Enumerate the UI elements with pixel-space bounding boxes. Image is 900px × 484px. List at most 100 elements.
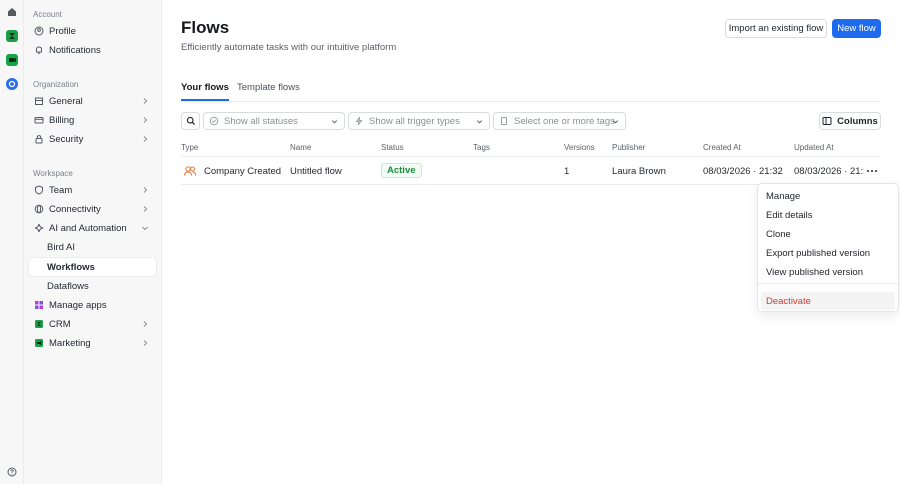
building-icon bbox=[34, 96, 44, 106]
columns-button-label: Columns bbox=[837, 115, 878, 127]
home-icon[interactable] bbox=[6, 6, 18, 18]
user-circle-icon bbox=[34, 26, 44, 36]
menu-item-view-published[interactable]: View published version bbox=[761, 263, 895, 281]
flow-updated-at: 08/03/2026 · 21:32 bbox=[794, 166, 864, 177]
column-header-status[interactable]: Status bbox=[381, 143, 404, 152]
sidebar-item-ai-automation[interactable]: AI and Automation bbox=[29, 219, 156, 237]
column-header-type[interactable]: Type bbox=[181, 143, 198, 152]
crm-icon bbox=[34, 319, 44, 329]
status-filter-value: Show all statuses bbox=[224, 115, 298, 127]
trigger-filter-value: Show all trigger types bbox=[369, 115, 460, 127]
sidebar-item-label: Connectivity bbox=[49, 203, 101, 215]
chevron-right-icon bbox=[140, 134, 150, 144]
megaphone-icon bbox=[34, 338, 44, 348]
sidebar-item-team[interactable]: Team bbox=[29, 181, 156, 199]
crm-app-icon[interactable] bbox=[6, 30, 18, 42]
menu-item-deactivate[interactable]: Deactivate bbox=[761, 292, 895, 310]
sidebar-item-connectivity[interactable]: Connectivity bbox=[29, 200, 156, 218]
menu-item-edit-details[interactable]: Edit details bbox=[761, 206, 895, 224]
column-header-tags[interactable]: Tags bbox=[473, 143, 490, 152]
import-flow-button[interactable]: Import an existing flow bbox=[725, 19, 827, 38]
connectivity-app-icon[interactable] bbox=[6, 78, 18, 90]
lightning-icon bbox=[354, 116, 364, 126]
check-circle-icon bbox=[209, 116, 219, 126]
sidebar-item-workflows[interactable]: Workflows bbox=[29, 258, 156, 276]
sidebar-item-label: General bbox=[49, 95, 83, 107]
tabs-divider bbox=[181, 101, 881, 102]
sidebar-item-billing[interactable]: Billing bbox=[29, 111, 156, 129]
shield-icon bbox=[34, 185, 44, 195]
tab-your-flows[interactable]: Your flows bbox=[181, 82, 229, 101]
menu-item-export-published[interactable]: Export published version bbox=[761, 244, 895, 262]
users-icon bbox=[183, 164, 197, 178]
column-header-publisher[interactable]: Publisher bbox=[612, 143, 645, 152]
column-header-versions[interactable]: Versions bbox=[564, 143, 595, 152]
sidebar-item-dataflows[interactable]: Dataflows bbox=[29, 277, 156, 295]
tab-template-flows[interactable]: Template flows bbox=[237, 82, 300, 99]
sidebar-item-general[interactable]: General bbox=[29, 92, 156, 110]
tag-icon bbox=[499, 116, 509, 126]
sidebar-item-marketing[interactable]: Marketing bbox=[29, 334, 156, 352]
sidebar-item-label: Workflows bbox=[47, 261, 95, 273]
search-icon bbox=[186, 116, 195, 126]
sidebar-item-profile[interactable]: Profile bbox=[29, 22, 156, 40]
tags-filter-select[interactable]: Select one or more tags bbox=[493, 112, 626, 130]
columns-icon bbox=[822, 117, 832, 125]
sidebar-item-label: Manage apps bbox=[49, 299, 107, 311]
row-actions-menu: Manage Edit details Clone Export publish… bbox=[757, 183, 899, 312]
flow-trigger-type: Company Created bbox=[204, 166, 282, 177]
column-header-created[interactable]: Created At bbox=[703, 143, 741, 152]
trigger-filter-select[interactable]: Show all trigger types bbox=[348, 112, 490, 130]
page-subtitle: Efficiently automate tasks with our intu… bbox=[181, 42, 397, 53]
columns-button[interactable]: Columns bbox=[819, 112, 881, 130]
chevron-down-icon bbox=[611, 117, 620, 126]
sidebar-item-label: CRM bbox=[49, 318, 71, 330]
menu-item-manage[interactable]: Manage bbox=[761, 187, 895, 205]
app-rail bbox=[0, 0, 24, 484]
apps-grid-icon bbox=[34, 300, 44, 310]
sidebar-item-security[interactable]: Security bbox=[29, 130, 156, 148]
flow-publisher: Laura Brown bbox=[612, 166, 666, 177]
sidebar-item-label: Security bbox=[49, 133, 84, 145]
sidebar-item-crm[interactable]: CRM bbox=[29, 315, 156, 333]
sidebar-item-label: Notifications bbox=[49, 44, 101, 56]
chevron-right-icon bbox=[140, 319, 150, 329]
sidebar-item-notifications[interactable]: Notifications bbox=[29, 41, 156, 59]
sidebar-item-label: Billing bbox=[49, 114, 75, 126]
sidebar-item-label: Marketing bbox=[49, 337, 91, 349]
sidebar-item-label: Bird AI bbox=[47, 241, 75, 253]
sidebar-item-label: Profile bbox=[49, 25, 76, 37]
table-header-divider bbox=[181, 156, 881, 157]
flow-versions: 1 bbox=[564, 166, 570, 177]
section-label-organization: Organization bbox=[33, 80, 79, 89]
sidebar-item-label: AI and Automation bbox=[49, 222, 127, 234]
flow-name[interactable]: Untitled flow bbox=[290, 166, 342, 177]
credit-card-icon bbox=[34, 115, 44, 125]
section-label-workspace: Workspace bbox=[33, 169, 73, 178]
search-button[interactable] bbox=[181, 112, 200, 130]
column-header-updated[interactable]: Updated At bbox=[794, 143, 834, 152]
chevron-right-icon bbox=[140, 115, 150, 125]
menu-divider bbox=[758, 283, 898, 284]
column-header-name[interactable]: Name bbox=[290, 143, 311, 152]
help-icon[interactable] bbox=[6, 466, 18, 478]
tags-filter-placeholder: Select one or more tags bbox=[514, 115, 615, 127]
chevron-down-icon bbox=[475, 117, 484, 126]
sidebar-item-label: Dataflows bbox=[47, 280, 89, 292]
flow-created-at: 08/03/2026 · 21:32 bbox=[703, 166, 783, 177]
row-more-button[interactable] bbox=[865, 164, 879, 178]
sidebar-item-label: Team bbox=[49, 184, 73, 196]
chevron-right-icon bbox=[140, 338, 150, 348]
marketing-app-icon[interactable] bbox=[6, 54, 18, 66]
sidebar-item-bird-ai[interactable]: Bird AI bbox=[29, 238, 156, 256]
page-title: Flows bbox=[181, 18, 230, 37]
status-filter-select[interactable]: Show all statuses bbox=[203, 112, 345, 130]
menu-item-clone[interactable]: Clone bbox=[761, 225, 895, 243]
lock-icon bbox=[34, 134, 44, 144]
sidebar-item-manage-apps[interactable]: Manage apps bbox=[29, 296, 156, 314]
bell-icon bbox=[34, 45, 44, 55]
status-badge: Active bbox=[381, 163, 422, 178]
settings-sidebar: Account Profile Notifications Organizati… bbox=[24, 0, 162, 484]
sparkle-icon bbox=[34, 223, 44, 233]
new-flow-button[interactable]: New flow bbox=[832, 19, 881, 38]
